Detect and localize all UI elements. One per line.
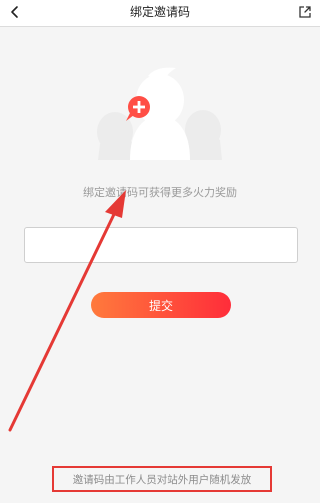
- user-group-add-icon: [97, 67, 222, 160]
- invite-hint-text: 绑定邀请码可获得更多火力奖励: [83, 186, 237, 199]
- chevron-left-icon: [11, 6, 18, 18]
- navbar: 绑定邀请码: [0, 0, 320, 27]
- share-button[interactable]: [294, 1, 316, 23]
- page-title: 绑定邀请码: [129, 5, 190, 19]
- back-button[interactable]: [4, 1, 26, 23]
- annotation-highlight-box: 邀请码由工作人员对站外用户随机发放: [52, 466, 272, 492]
- share-icon: [299, 6, 311, 18]
- invite-code-notice: 邀请码由工作人员对站外用户随机发放: [72, 473, 252, 486]
- submit-button[interactable]: 提交: [91, 292, 231, 318]
- invite-code-input[interactable]: [24, 227, 298, 263]
